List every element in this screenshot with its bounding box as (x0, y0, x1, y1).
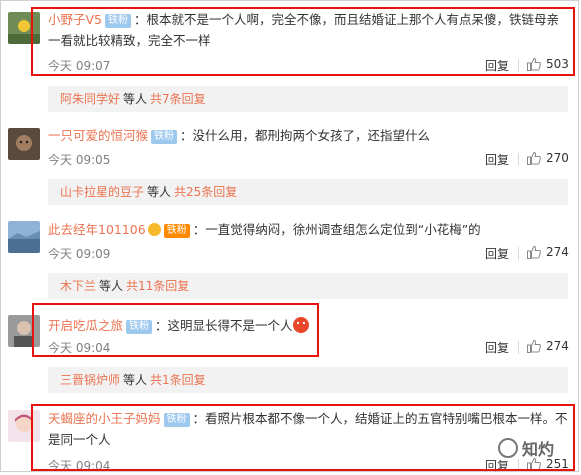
divider (518, 153, 519, 166)
divider (518, 341, 519, 354)
comment-username[interactable]: 此去经年101106 (48, 222, 146, 237)
reply-thread[interactable]: 木下兰 等人 共11条回复 (48, 273, 568, 299)
thumbs-up-icon (527, 245, 541, 259)
watermark-text: 知灼 (522, 440, 555, 459)
highlight-box (31, 7, 575, 76)
comment-text: 此去经年101106 铁粉 ：一直觉得纳闷，徐州调查组怎么定位到“小花梅”的 (48, 219, 569, 240)
like-count: 270 (546, 151, 569, 165)
fan-badge: 铁粉 (163, 224, 190, 238)
thumbs-up-icon (527, 151, 541, 165)
thread-count[interactable]: 共11条回复 (126, 279, 189, 293)
reply-button[interactable]: 回复 (485, 151, 509, 168)
thread-mid: 等人 (147, 185, 172, 199)
thread-username[interactable]: 木下兰 (60, 279, 96, 293)
reply-thread[interactable]: 阿朱同学好 等人 共7条回复 (48, 86, 568, 112)
like-count: 274 (546, 245, 569, 259)
thread-username[interactable]: 三晋锅炉师 (60, 373, 120, 387)
comment-body: ：没什么用，都刑拘两个女孩了，还指望什么 (180, 128, 431, 143)
reply-button[interactable]: 回复 (485, 339, 509, 356)
avatar[interactable] (8, 221, 40, 253)
avatar[interactable] (8, 128, 40, 160)
thread-mid: 等人 (123, 92, 148, 106)
comment-body: ：一直觉得纳闷，徐州调查组怎么定位到“小花梅”的 (192, 222, 481, 237)
thread-mid: 等人 (99, 279, 124, 293)
watermark: 知灼 (498, 436, 554, 460)
highlight-box (31, 404, 575, 471)
thumbs-up-icon (527, 339, 541, 353)
divider (518, 247, 519, 260)
like-button[interactable]: 270 (526, 150, 569, 166)
like-button[interactable]: 274 (526, 244, 569, 260)
thread-count[interactable]: 共7条回复 (150, 92, 206, 106)
thread-username[interactable]: 阿朱同学好 (60, 92, 120, 106)
reply-button[interactable]: 回复 (485, 245, 509, 262)
comment-time: 今天 09:05 (48, 153, 111, 167)
comment-time: 今天 09:09 (48, 247, 111, 261)
reply-thread[interactable]: 山卡拉星的豆子 等人 共25条回复 (48, 179, 568, 205)
reply-thread[interactable]: 三晋锅炉师 等人 共1条回复 (48, 367, 568, 393)
comment-meta: 今天 09:09 回复 274 (48, 245, 581, 263)
thread-count[interactable]: 共25条回复 (174, 185, 237, 199)
like-count: 274 (546, 339, 569, 353)
member-icon (147, 223, 161, 236)
thread-count[interactable]: 共1条回复 (150, 373, 206, 387)
comment-meta: 今天 09:05 回复 270 (48, 151, 581, 169)
fan-badge: 铁粉 (151, 130, 178, 144)
thread-username[interactable]: 山卡拉星的豆子 (60, 185, 144, 199)
watermark-logo-icon (498, 438, 518, 458)
thread-mid: 等人 (123, 373, 148, 387)
like-button[interactable]: 274 (526, 338, 569, 354)
comment-text: 一只可爱的恒河猴 铁粉 ：没什么用，都刑拘两个女孩了，还指望什么 (48, 125, 569, 146)
highlight-box (32, 303, 319, 357)
comment-username[interactable]: 一只可爱的恒河猴 (48, 128, 148, 143)
